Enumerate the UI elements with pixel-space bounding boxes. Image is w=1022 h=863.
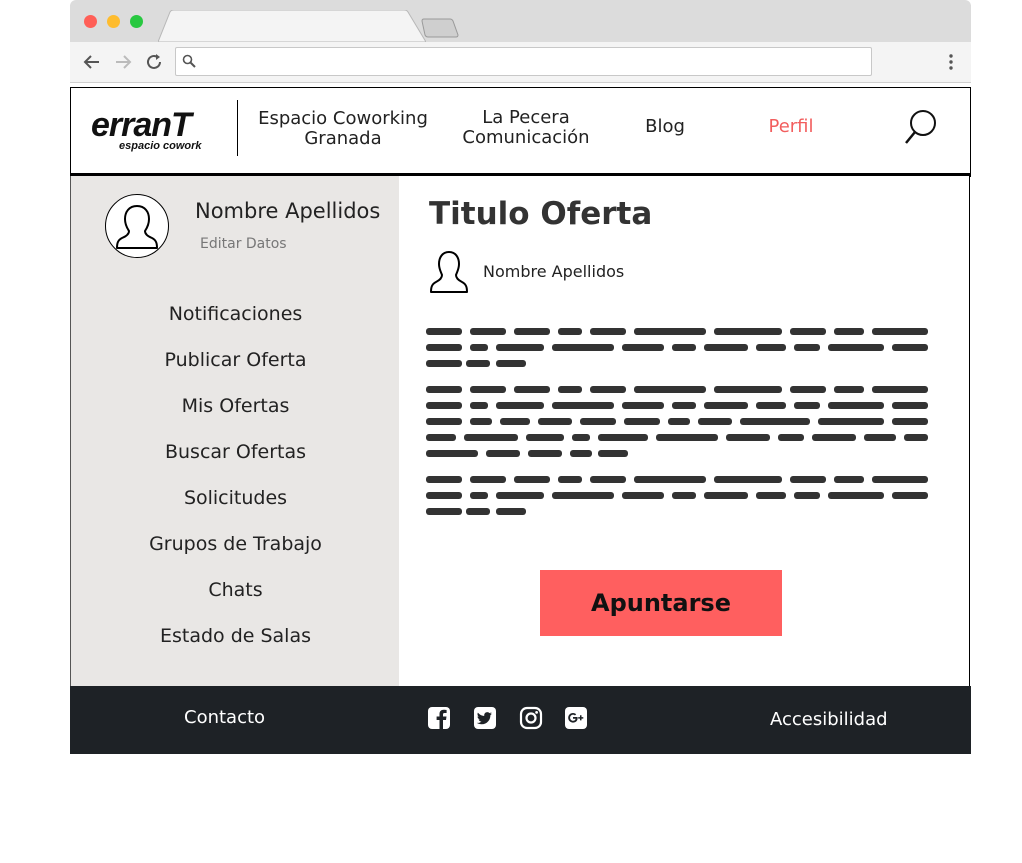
nav-perfil[interactable]: Perfil: [759, 117, 823, 137]
offer-description-paragraph: [426, 328, 928, 367]
back-icon[interactable]: [80, 50, 104, 74]
offer-description-paragraph: [426, 386, 928, 457]
sidebar-item-chats[interactable]: Chats: [71, 572, 400, 618]
logo-text: erranT: [91, 106, 192, 144]
header-divider: [237, 100, 238, 156]
nav-label: Blog: [645, 116, 685, 137]
sidebar-item-mis-ofertas[interactable]: Mis Ofertas: [71, 388, 400, 434]
browser-tab-active[interactable]: [158, 10, 426, 42]
kebab-menu-icon[interactable]: [941, 51, 961, 73]
sidebar-item-estado-de-salas[interactable]: Estado de Salas: [71, 618, 400, 664]
sidebar-item-notificaciones[interactable]: Notificaciones: [71, 296, 400, 342]
address-bar[interactable]: [175, 47, 872, 76]
contact-link[interactable]: Contacto: [184, 707, 265, 728]
sidebar-item-buscar-ofertas[interactable]: Buscar Ofertas: [71, 434, 400, 480]
author-name: Nombre Apellidos: [483, 262, 625, 281]
nav-label-line2: Comunicación: [462, 127, 590, 148]
reload-icon[interactable]: [142, 50, 166, 74]
sidebar-item-publicar-oferta[interactable]: Publicar Oferta: [71, 342, 400, 388]
offer-detail: Titulo Oferta Nombre Apellidos Apuntarse: [399, 176, 970, 686]
sidebar-menu: Notificaciones Publicar Oferta Mis Ofert…: [71, 296, 400, 664]
browser-toolbar: [70, 42, 971, 83]
nav-label: Perfil: [768, 116, 814, 137]
close-window-button[interactable]: [84, 15, 97, 28]
user-name: Nombre Apellidos: [195, 199, 381, 223]
sidebar: Nombre Apellidos Editar Datos Notificaci…: [70, 176, 400, 686]
logo-subtext: espacio cowork: [119, 140, 202, 152]
nav-espacio-coworking[interactable]: Espacio Coworking Granada: [258, 109, 428, 149]
maximize-window-button[interactable]: [130, 15, 143, 28]
nav-label-line1: La Pecera: [482, 107, 570, 128]
nav-label-line1: Espacio Coworking: [258, 108, 428, 129]
sidebar-item-solicitudes[interactable]: Solicitudes: [71, 480, 400, 526]
site-header: erranT espacio cowork Espacio Coworking …: [70, 87, 971, 177]
search-icon: [182, 54, 196, 68]
nav-label-line2: Granada: [304, 128, 382, 149]
search-icon[interactable]: [903, 108, 939, 148]
apply-button[interactable]: Apuntarse: [540, 570, 782, 636]
accessibility-link[interactable]: Accesibilidad: [770, 709, 888, 730]
browser-titlebar: [70, 0, 971, 42]
minimize-window-button[interactable]: [107, 15, 120, 28]
twitter-icon[interactable]: [473, 706, 497, 730]
user-icon: [430, 251, 468, 293]
google-plus-icon[interactable]: [564, 706, 588, 730]
forward-icon[interactable]: [111, 50, 135, 74]
instagram-icon[interactable]: [519, 706, 543, 730]
user-icon: [116, 205, 158, 249]
offer-description-paragraph: [426, 476, 928, 515]
site-footer: Contacto Accesibilidad: [70, 686, 971, 754]
facebook-icon[interactable]: [427, 706, 451, 730]
nav-la-pecera[interactable]: La Pecera Comunicación: [456, 108, 596, 148]
sidebar-item-grupos-de-trabajo[interactable]: Grupos de Trabajo: [71, 526, 400, 572]
edit-profile-link[interactable]: Editar Datos: [200, 236, 287, 252]
logo[interactable]: erranT espacio cowork: [91, 108, 216, 154]
browser-tab-new[interactable]: [420, 17, 460, 39]
nav-blog[interactable]: Blog: [635, 117, 695, 137]
browser-window: erranT espacio cowork Espacio Coworking …: [70, 0, 971, 754]
avatar[interactable]: [105, 194, 169, 258]
offer-title: Titulo Oferta: [429, 196, 653, 232]
